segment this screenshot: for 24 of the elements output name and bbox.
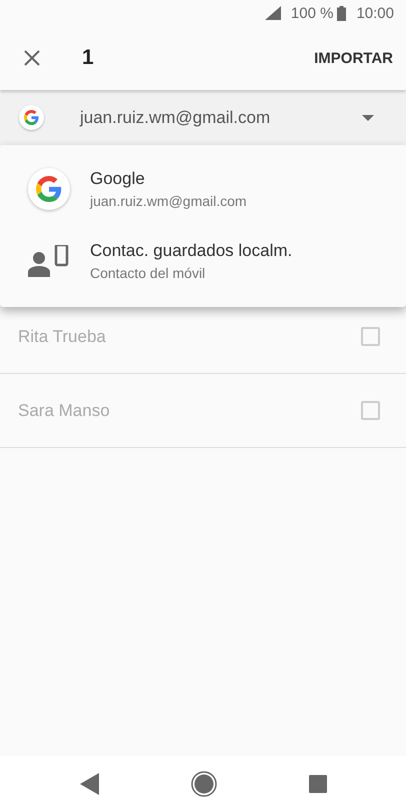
- google-icon: [36, 176, 62, 202]
- battery-icon: [337, 6, 346, 20]
- account-option[interactable]: Contac. guardados localm. Contacto del móvil: [0, 225, 406, 297]
- home-icon: [190, 771, 216, 797]
- clock: 10:00: [356, 4, 394, 22]
- contact-name: Rita Trueba: [18, 326, 106, 346]
- selected-count: 1: [82, 46, 94, 70]
- battery-level: 100 %: [290, 4, 334, 22]
- account-option[interactable]: Google juan.ruiz.wm@gmail.com: [0, 153, 406, 225]
- contact-name: Sara Manso: [18, 400, 110, 420]
- close-icon: [23, 49, 41, 67]
- home-button[interactable]: [190, 771, 216, 797]
- account-dropdown[interactable]: juan.ruiz.wm@gmail.com: [0, 90, 406, 145]
- back-button[interactable]: [80, 773, 98, 795]
- person-phone-icon: [28, 245, 70, 277]
- dropdown-caret-icon: [362, 114, 374, 120]
- recents-icon: [308, 775, 326, 793]
- import-button[interactable]: IMPORTAR: [314, 42, 393, 74]
- signal-icon: [264, 6, 281, 20]
- google-icon: [24, 110, 39, 125]
- checkbox[interactable]: [361, 327, 380, 346]
- back-icon: [80, 773, 98, 795]
- recents-button[interactable]: [308, 775, 326, 793]
- checkbox[interactable]: [361, 401, 380, 420]
